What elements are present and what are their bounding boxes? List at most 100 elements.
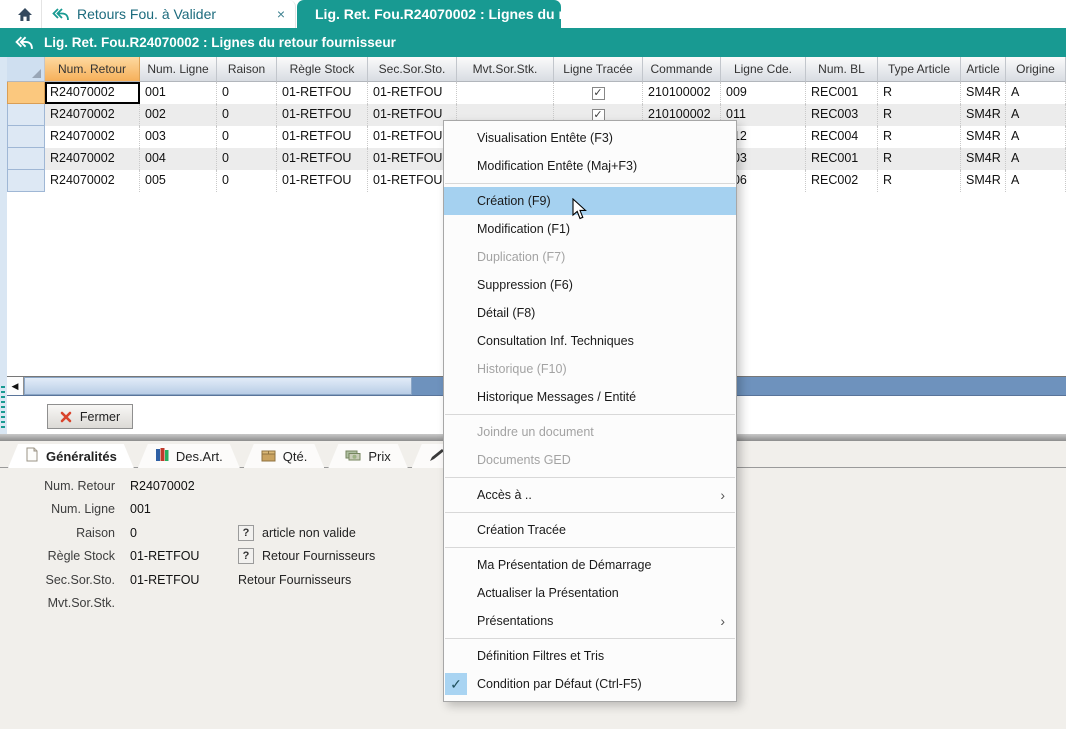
detail-tab-g-n-ralit-s[interactable]: Généralités bbox=[8, 444, 134, 468]
tracee-checkbox[interactable]: ✓ bbox=[592, 87, 605, 100]
grid-cell[interactable]: R24070002 bbox=[45, 148, 140, 170]
menu-item-actualiser-la-pr-sentation[interactable]: Actualiser la Présentation bbox=[444, 579, 736, 607]
grid-cell[interactable]: 01-RETFOU bbox=[277, 170, 368, 192]
grid-cell[interactable]: R24070002 bbox=[45, 170, 140, 192]
grid-cell[interactable]: 01-RETFOU bbox=[277, 82, 368, 104]
grid-cell[interactable] bbox=[457, 82, 554, 104]
grid-cell[interactable]: 004 bbox=[140, 148, 217, 170]
grid-cell[interactable]: 01-RETFOU bbox=[277, 104, 368, 126]
grid-cell[interactable]: REC004 bbox=[806, 126, 878, 148]
grid-cell[interactable]: 0 bbox=[217, 170, 277, 192]
column-header-type-article[interactable]: Type Article bbox=[878, 57, 961, 82]
grid-cell[interactable]: ✓ bbox=[554, 82, 643, 104]
menu-item-historique-messages-entit-[interactable]: Historique Messages / Entité bbox=[444, 383, 736, 411]
tab-retours-fou-a-valider[interactable]: Retours Fou. à Valider × bbox=[42, 0, 296, 28]
column-header-num-retour[interactable]: Num. Retour bbox=[45, 57, 140, 82]
scrollbar-thumb[interactable] bbox=[24, 377, 412, 395]
column-header-num-ligne[interactable]: Num. Ligne bbox=[140, 57, 217, 82]
column-header-ligne-trac-e[interactable]: Ligne Tracée bbox=[554, 57, 643, 82]
grid-cell[interactable]: 002 bbox=[140, 104, 217, 126]
grid-cell[interactable]: 0 bbox=[217, 104, 277, 126]
table-row[interactable]: R24070002001001-RETFOU01-RETFOU✓21010000… bbox=[7, 82, 1066, 104]
scroll-left-button[interactable]: ◀ bbox=[7, 377, 24, 395]
grid-cell[interactable]: SM4R bbox=[961, 126, 1006, 148]
menu-item-suppression-f6-[interactable]: Suppression (F6) bbox=[444, 271, 736, 299]
grid-cell[interactable]: R bbox=[878, 126, 961, 148]
menu-item-modification-ent-te-maj-f3-[interactable]: Modification Entête (Maj+F3) bbox=[444, 152, 736, 180]
grid-cell[interactable]: A bbox=[1006, 170, 1066, 192]
grid-cell[interactable]: 0 bbox=[217, 148, 277, 170]
grid-cell[interactable]: 0 bbox=[217, 82, 277, 104]
grid-cell[interactable]: 0 bbox=[217, 126, 277, 148]
menu-item-acc-s-[interactable]: Accès à ..› bbox=[444, 481, 736, 509]
grid-cell[interactable]: 003 bbox=[140, 126, 217, 148]
select-all-corner[interactable] bbox=[7, 57, 45, 82]
grid-cell[interactable]: REC001 bbox=[806, 82, 878, 104]
menu-item-visualisation-ent-te-f3-[interactable]: Visualisation Entête (F3) bbox=[444, 124, 736, 152]
column-header-mvt-sor-stk-[interactable]: Mvt.Sor.Stk. bbox=[457, 57, 554, 82]
tab-close-icon[interactable]: × bbox=[277, 7, 285, 21]
money-icon bbox=[345, 449, 361, 464]
grid-cell[interactable]: REC003 bbox=[806, 104, 878, 126]
grid-cell[interactable]: 01-RETFOU bbox=[368, 82, 457, 104]
menu-item-cr-ation-trac-e[interactable]: Création Tracée bbox=[444, 516, 736, 544]
column-header-ligne-cde-[interactable]: Ligne Cde. bbox=[721, 57, 806, 82]
tab-lignes-retour-fournisseur[interactable]: Lig. Ret. Fou.R24070002 : Lignes du reto… bbox=[297, 0, 561, 28]
grid-cell[interactable]: SM4R bbox=[961, 82, 1006, 104]
menu-item-modification-f1-[interactable]: Modification (F1) bbox=[444, 215, 736, 243]
menu-item-ma-pr-sentation-de-d-marrage[interactable]: Ma Présentation de Démarrage bbox=[444, 551, 736, 579]
column-header-raison[interactable]: Raison bbox=[217, 57, 277, 82]
detail-tab-des-art-[interactable]: Des.Art. bbox=[138, 444, 240, 468]
field-label: Num. Retour bbox=[10, 479, 115, 493]
column-header-origine[interactable]: Origine bbox=[1006, 57, 1066, 82]
grid-cell[interactable]: R bbox=[878, 148, 961, 170]
grid-cell[interactable]: R24070002 bbox=[45, 82, 140, 104]
help-button[interactable]: ? bbox=[238, 548, 254, 564]
column-header-num-bl[interactable]: Num. BL bbox=[806, 57, 878, 82]
grid-cell[interactable]: REC002 bbox=[806, 170, 878, 192]
grid-cell[interactable]: 210100002 bbox=[643, 82, 721, 104]
column-header-commande[interactable]: Commande bbox=[643, 57, 721, 82]
grid-cell[interactable]: A bbox=[1006, 148, 1066, 170]
help-button[interactable]: ? bbox=[238, 525, 254, 541]
grid-cell[interactable]: R bbox=[878, 170, 961, 192]
menu-item-cr-ation-f9-[interactable]: Création (F9) bbox=[444, 187, 736, 215]
row-selector[interactable] bbox=[7, 148, 45, 170]
check-icon: ✓ bbox=[445, 673, 467, 695]
detail-tab-prix[interactable]: Prix bbox=[328, 444, 407, 468]
grid-cell[interactable]: 01-RETFOU bbox=[277, 148, 368, 170]
grid-cell[interactable]: A bbox=[1006, 82, 1066, 104]
grid-cell[interactable]: A bbox=[1006, 104, 1066, 126]
grid-cell[interactable]: 009 bbox=[721, 82, 806, 104]
detail-tab-qt-[interactable]: Qté. bbox=[244, 444, 325, 468]
menu-item-d-finition-filtres-et-tris[interactable]: Définition Filtres et Tris bbox=[444, 642, 736, 670]
grid-cell[interactable]: R24070002 bbox=[45, 104, 140, 126]
row-selector[interactable] bbox=[7, 82, 45, 104]
row-selector[interactable] bbox=[7, 126, 45, 148]
menu-item-pr-sentations[interactable]: Présentations› bbox=[444, 607, 736, 635]
menu-item-consultation-inf-techniques[interactable]: Consultation Inf. Techniques bbox=[444, 327, 736, 355]
fermer-button[interactable]: Fermer bbox=[47, 404, 133, 429]
grid-cell[interactable]: R24070002 bbox=[45, 126, 140, 148]
sort-corner-icon bbox=[32, 69, 41, 78]
column-header-sec-sor-sto-[interactable]: Sec.Sor.Sto. bbox=[368, 57, 457, 82]
grid-cell[interactable]: R bbox=[878, 104, 961, 126]
home-tab[interactable] bbox=[8, 0, 42, 28]
menu-item-condition-par-d-faut-ctrl-f5-[interactable]: Condition par Défaut (Ctrl-F5)✓ bbox=[444, 670, 736, 698]
grid-cell[interactable]: SM4R bbox=[961, 148, 1006, 170]
row-selector[interactable] bbox=[7, 170, 45, 192]
column-header-article[interactable]: Article bbox=[961, 57, 1006, 82]
grid-cell[interactable]: REC001 bbox=[806, 148, 878, 170]
grid-cell[interactable]: 01-RETFOU bbox=[277, 126, 368, 148]
menu-item-d-tail-f8-[interactable]: Détail (F8) bbox=[444, 299, 736, 327]
grid-cell[interactable]: 005 bbox=[140, 170, 217, 192]
grid-cell[interactable]: SM4R bbox=[961, 170, 1006, 192]
column-header-r-gle-stock[interactable]: Règle Stock bbox=[277, 57, 368, 82]
row-selector[interactable] bbox=[7, 104, 45, 126]
page-title: Lig. Ret. Fou.R24070002 : Lignes du reto… bbox=[44, 35, 396, 50]
grid-cell[interactable]: 001 bbox=[140, 82, 217, 104]
splitter-grip[interactable] bbox=[1, 386, 5, 428]
grid-cell[interactable]: R bbox=[878, 82, 961, 104]
grid-cell[interactable]: SM4R bbox=[961, 104, 1006, 126]
grid-cell[interactable]: A bbox=[1006, 126, 1066, 148]
